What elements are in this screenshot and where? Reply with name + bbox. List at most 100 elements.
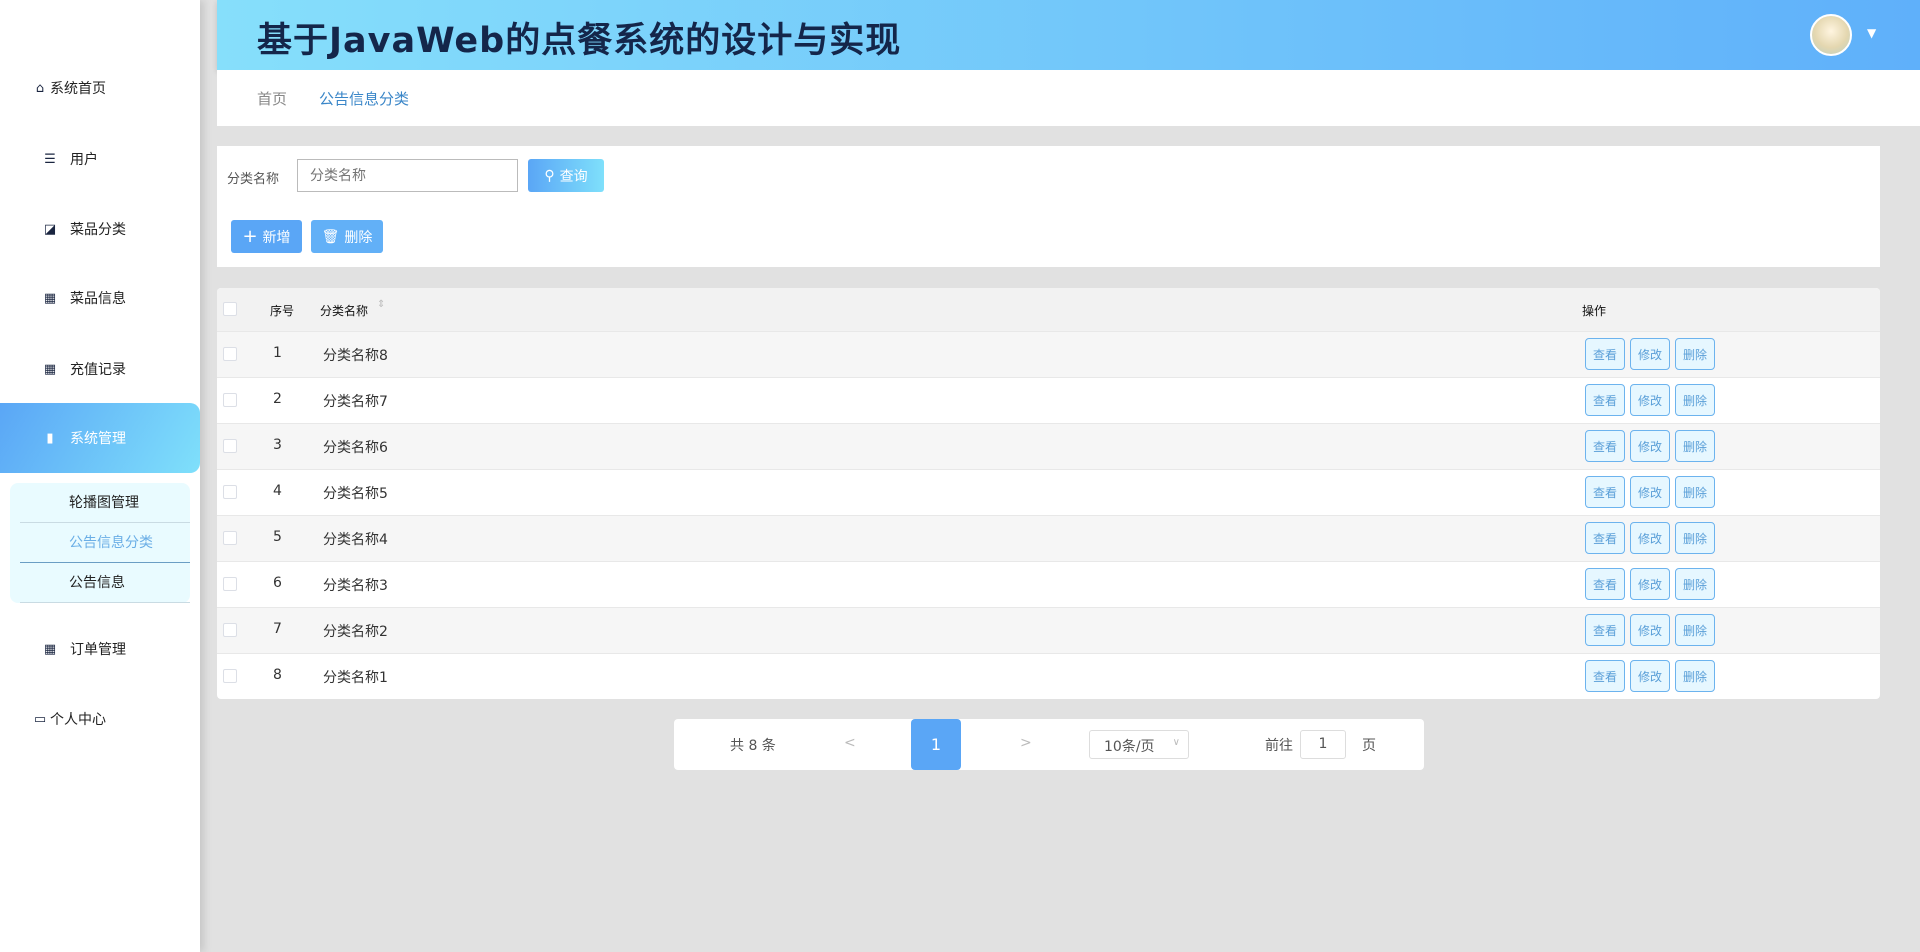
edit-button[interactable]: 修改 xyxy=(1630,384,1670,416)
add-button[interactable]: + 新增 xyxy=(231,220,302,253)
table-row: 4 分类名称5 查看 修改 删除 xyxy=(217,469,1880,515)
sidebar-item-label: 订单管理 xyxy=(70,642,126,658)
bar-chart-icon: ▮ xyxy=(46,430,54,446)
delete-button[interactable]: 删除 xyxy=(1675,568,1715,600)
view-button[interactable]: 查看 xyxy=(1585,568,1625,600)
edit-button[interactable]: 修改 xyxy=(1630,430,1670,462)
header-name[interactable]: 分类名称 xyxy=(320,302,368,319)
sidebar-item-label: 个人中心 xyxy=(50,712,106,728)
table-row: 2 分类名称7 查看 修改 删除 xyxy=(217,377,1880,423)
search-icon: ⚲ xyxy=(544,167,555,184)
sort-icon[interactable]: ⇕ xyxy=(377,299,385,310)
edit-button[interactable]: 修改 xyxy=(1630,568,1670,600)
row-checkbox[interactable] xyxy=(223,669,237,683)
sidebar-item-label: 用户 xyxy=(70,152,98,168)
row-checkbox[interactable] xyxy=(223,485,237,499)
sidebar-item-orders[interactable]: ▦ 订单管理 xyxy=(0,629,200,669)
card-icon: ▭ xyxy=(33,711,47,727)
caret-down-icon[interactable]: ▼ xyxy=(1867,26,1876,40)
row-name: 分类名称1 xyxy=(323,670,388,686)
grid-icon: ▦ xyxy=(43,361,57,377)
submenu-carousel[interactable]: 轮播图管理 xyxy=(20,483,190,523)
view-button[interactable]: 查看 xyxy=(1585,384,1625,416)
submenu-notice-category[interactable]: 公告信息分类 xyxy=(20,523,190,563)
view-button[interactable]: 查看 xyxy=(1585,338,1625,370)
view-button[interactable]: 查看 xyxy=(1585,660,1625,692)
category-name-input[interactable] xyxy=(297,159,518,192)
row-checkbox[interactable] xyxy=(223,347,237,361)
breadcrumb-home[interactable]: 首页 xyxy=(257,88,287,109)
goto-page-input[interactable]: 1 xyxy=(1300,730,1346,759)
row-checkbox[interactable] xyxy=(223,531,237,545)
table-row: 7 分类名称2 查看 修改 删除 xyxy=(217,607,1880,653)
delete-label: 删除 xyxy=(344,229,373,246)
add-label: 新增 xyxy=(262,229,291,246)
delete-button[interactable]: 删除 xyxy=(1675,384,1715,416)
next-page-button[interactable]: > xyxy=(1020,735,1032,751)
table-row: 6 分类名称3 查看 修改 删除 xyxy=(217,561,1880,607)
delete-button[interactable]: 删除 xyxy=(1675,338,1715,370)
view-button[interactable]: 查看 xyxy=(1585,476,1625,508)
sidebar-item-system[interactable]: ▮ 系统管理 xyxy=(0,403,200,473)
row-name: 分类名称4 xyxy=(323,532,388,548)
goto-label: 前往 xyxy=(1265,738,1293,754)
select-all-checkbox[interactable] xyxy=(223,302,237,316)
category-table: 序号 分类名称 ⇕ 操作 1 分类名称8 查看 修改 删除 2 分类名称7 查看… xyxy=(217,288,1880,699)
edit-button[interactable]: 修改 xyxy=(1630,476,1670,508)
delete-button[interactable]: 删除 xyxy=(1675,614,1715,646)
sidebar-item-dish-category[interactable]: ◪ 菜品分类 xyxy=(0,209,200,249)
row-name: 分类名称3 xyxy=(323,578,388,594)
breadcrumb: 首页 公告信息分类 xyxy=(217,70,1920,126)
row-name: 分类名称6 xyxy=(323,440,388,456)
row-checkbox[interactable] xyxy=(223,439,237,453)
row-name: 分类名称8 xyxy=(323,348,388,364)
row-checkbox[interactable] xyxy=(223,577,237,591)
edit-button[interactable]: 修改 xyxy=(1630,338,1670,370)
view-button[interactable]: 查看 xyxy=(1585,522,1625,554)
page-size-select[interactable]: 10条/页 ∨ xyxy=(1089,730,1189,759)
edit-button[interactable]: 修改 xyxy=(1630,614,1670,646)
row-checkbox[interactable] xyxy=(223,623,237,637)
avatar[interactable] xyxy=(1810,14,1852,56)
sidebar-item-profile[interactable]: ▭ 个人中心 xyxy=(0,699,200,739)
edit-button[interactable]: 修改 xyxy=(1630,522,1670,554)
grid-icon: ▦ xyxy=(43,290,57,306)
sidebar-item-recharge[interactable]: ▦ 充值记录 xyxy=(0,349,200,389)
sidebar-item-users[interactable]: ☰ 用户 xyxy=(0,139,200,179)
row-index: 4 xyxy=(273,483,282,499)
query-button[interactable]: ⚲ 查询 xyxy=(528,159,604,192)
delete-button[interactable]: 删除 xyxy=(1675,430,1715,462)
sidebar-item-label: 充值记录 xyxy=(70,362,126,378)
batch-delete-button[interactable]: 🗑 删除 xyxy=(311,220,383,253)
row-index: 2 xyxy=(273,391,282,407)
row-name: 分类名称2 xyxy=(323,624,388,640)
table-row: 3 分类名称6 查看 修改 删除 xyxy=(217,423,1880,469)
page-size-value: 10条/页 xyxy=(1104,739,1155,755)
prev-page-button[interactable]: < xyxy=(844,735,856,751)
edit-button[interactable]: 修改 xyxy=(1630,660,1670,692)
query-label: 查询 xyxy=(559,168,588,185)
table-row: 1 分类名称8 查看 修改 删除 xyxy=(217,331,1880,377)
view-button[interactable]: 查看 xyxy=(1585,614,1625,646)
sidebar-item-label: 菜品分类 xyxy=(70,222,126,238)
header-ops: 操作 xyxy=(1582,304,1607,318)
row-name: 分类名称7 xyxy=(323,394,388,410)
page-suffix: 页 xyxy=(1362,738,1376,754)
row-checkbox[interactable] xyxy=(223,393,237,407)
delete-button[interactable]: 删除 xyxy=(1675,476,1715,508)
sidebar-item-dish-info[interactable]: ▦ 菜品信息 xyxy=(0,278,200,318)
table-row: 5 分类名称4 查看 修改 删除 xyxy=(217,515,1880,561)
sidebar: ⌂ 系统首页 ☰ 用户 ◪ 菜品分类 ▦ 菜品信息 ▦ 充值记录 ▮ 系统管理 轮播图管理 … xyxy=(0,0,200,952)
delete-button[interactable]: 删除 xyxy=(1675,660,1715,692)
system-submenu: 轮播图管理 公告信息分类 公告信息 xyxy=(10,483,190,603)
chevron-down-icon: ∨ xyxy=(1172,737,1180,748)
sidebar-item-label: 系统首页 xyxy=(50,81,106,97)
sidebar-item-home[interactable]: ⌂ 系统首页 xyxy=(0,68,200,108)
plus-icon: + xyxy=(242,226,258,247)
delete-button[interactable]: 删除 xyxy=(1675,522,1715,554)
row-index: 8 xyxy=(273,667,282,683)
breadcrumb-current: 公告信息分类 xyxy=(319,90,410,108)
view-button[interactable]: 查看 xyxy=(1585,430,1625,462)
page-1-button[interactable]: 1 xyxy=(911,719,961,770)
submenu-notice[interactable]: 公告信息 xyxy=(20,563,190,603)
